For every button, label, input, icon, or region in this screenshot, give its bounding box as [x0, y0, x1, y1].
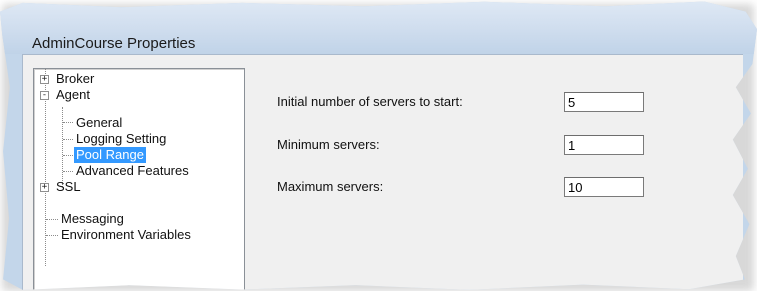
tree-item-pool-range[interactable]: Pool Range [74, 147, 146, 163]
tree-item-environment-variables[interactable]: Environment Variables [61, 227, 191, 243]
initial-servers-label: Initial number of servers to start: [277, 94, 463, 109]
tree-item-messaging[interactable]: Messaging [61, 211, 124, 227]
maximum-servers-input[interactable] [564, 177, 644, 197]
tree-item-general[interactable]: General [76, 115, 122, 131]
tree-connector [46, 219, 58, 220]
window-title: AdminCourse Properties [32, 35, 196, 52]
tree-agent-children-line [62, 107, 63, 187]
tree-connector [63, 122, 73, 123]
minimum-servers-input[interactable] [564, 135, 644, 155]
maximum-servers-label: Maximum servers: [277, 179, 384, 194]
expand-icon[interactable]: + [40, 183, 49, 192]
properties-dialog: AdminCourse Properties + Broker - Agent … [0, 1, 757, 290]
expand-icon[interactable]: + [40, 75, 49, 84]
tree-item-ssl[interactable]: SSL [56, 179, 81, 195]
tree-connector [63, 155, 73, 156]
initial-servers-input[interactable] [564, 92, 644, 112]
collapse-icon[interactable]: - [40, 91, 49, 100]
tree-item-broker[interactable]: Broker [56, 71, 94, 87]
tree-item-logging-setting[interactable]: Logging Setting [76, 131, 166, 147]
settings-tree[interactable]: + Broker - Agent General Logging Setting… [33, 68, 245, 290]
dialog-body: + Broker - Agent General Logging Setting… [22, 54, 743, 290]
title-bar[interactable]: AdminCourse Properties [0, 1, 757, 54]
tree-item-advanced-features[interactable]: Advanced Features [76, 163, 189, 179]
tree-connector [63, 171, 73, 172]
minimum-servers-label: Minimum servers: [277, 137, 380, 152]
tree-connector [46, 235, 58, 236]
tree-item-agent[interactable]: Agent [56, 87, 90, 103]
tree-connector [63, 139, 73, 140]
